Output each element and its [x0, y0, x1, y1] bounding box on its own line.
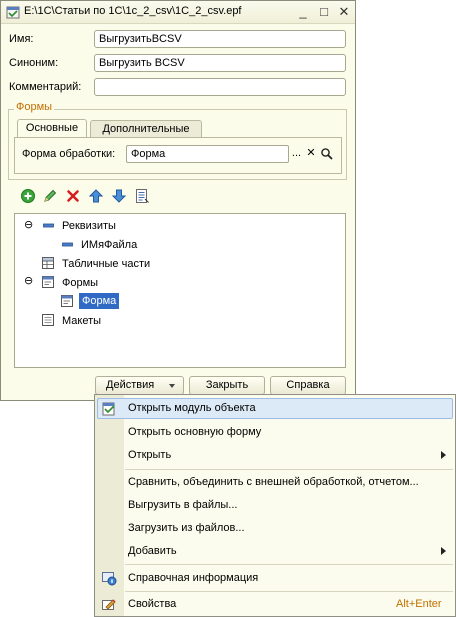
synonym-label: Синоним:: [9, 57, 59, 69]
tree-item-form-selected[interactable]: Форма: [79, 293, 120, 309]
comment-field[interactable]: [94, 78, 346, 96]
collapse-icon[interactable]: ⊖: [24, 220, 33, 231]
table-icon: [42, 257, 54, 269]
properties-shortcut: Alt+Enter: [396, 598, 442, 610]
move-down-icon[interactable]: [111, 188, 127, 204]
minimize-button[interactable]: _: [296, 5, 310, 19]
tree-item-templates[interactable]: Макеты: [62, 315, 101, 327]
title-bar[interactable]: E:\1C\Статьи по 1C\1c_2_csv\1C_2_csv.epf…: [1, 1, 355, 24]
menu-separator: [125, 564, 453, 565]
maximize-button[interactable]: □: [317, 5, 331, 19]
synonym-field[interactable]: Выгрузить BCSV: [94, 54, 346, 72]
list-icon[interactable]: [134, 188, 150, 204]
clear-icon[interactable]: ✕: [304, 145, 318, 163]
comment-label: Комментарий:: [9, 81, 82, 93]
actions-button-label: Действия: [106, 379, 155, 391]
tree-item-filename[interactable]: ИМяФайла: [81, 239, 137, 251]
name-label: Имя:: [9, 33, 34, 45]
close-button[interactable]: Закрыть: [189, 376, 265, 395]
processing-form-label: Форма обработки:: [22, 148, 116, 160]
menu-separator: [125, 469, 453, 470]
attribute-icon: [43, 223, 54, 228]
name-field[interactable]: ВыгрузитьBCSV: [94, 30, 346, 48]
chevron-down-icon: [169, 384, 175, 388]
tab-additional[interactable]: Дополнительные: [90, 120, 202, 137]
metadata-tree: ⊖ Реквизиты ИМяФайла Табличные части ⊖ Ф…: [14, 213, 346, 368]
edit-icon[interactable]: [42, 188, 58, 204]
data-processor-icon: [6, 6, 20, 19]
tree-item-tabular-sections[interactable]: Табличные части: [62, 258, 150, 270]
forms-icon: [42, 276, 54, 288]
menu-item-open[interactable]: Открыть: [128, 449, 171, 461]
add-icon[interactable]: [20, 188, 36, 204]
window-title: E:\1C\Статьи по 1C\1c_2_csv\1C_2_csv.epf: [24, 5, 242, 17]
menu-item-add[interactable]: Добавить: [128, 545, 177, 557]
menu-item-export-files[interactable]: Выгрузить в файлы...: [128, 499, 237, 511]
open-icon[interactable]: [320, 147, 334, 161]
actions-button[interactable]: Действия: [95, 376, 184, 395]
form-icon: [61, 295, 73, 307]
menu-item-open-module-label: Открыть модуль объекта: [128, 402, 256, 414]
select-button[interactable]: ...: [289, 145, 304, 163]
close-window-button[interactable]: ✕: [337, 5, 351, 19]
actions-context-menu: Открыть модуль объекта Открыть основную …: [94, 394, 456, 617]
submenu-arrow-icon: [441, 547, 446, 555]
tree-item-forms[interactable]: Формы: [62, 277, 98, 289]
attribute-icon: [62, 242, 73, 247]
menu-item-import-files[interactable]: Загрузить из файлов...: [128, 522, 245, 534]
submenu-arrow-icon: [441, 451, 446, 459]
tab-main[interactable]: Основные: [17, 119, 87, 138]
help-button[interactable]: Справка: [270, 376, 346, 395]
tree-item-requisites[interactable]: Реквизиты: [62, 220, 116, 232]
move-up-icon[interactable]: [88, 188, 104, 204]
menu-item-open-main-form[interactable]: Открыть основную форму: [128, 426, 261, 438]
properties-icon: [102, 599, 116, 610]
menu-item-reference-info[interactable]: Справочная информация: [128, 572, 258, 584]
templates-icon: [42, 314, 54, 326]
module-icon: [102, 402, 115, 416]
processing-form-field[interactable]: Форма: [126, 145, 289, 163]
menu-item-properties[interactable]: Свойства: [128, 598, 176, 610]
delete-icon[interactable]: [65, 188, 81, 204]
reference-info-icon: [102, 572, 117, 586]
forms-group-title: Формы: [14, 101, 55, 113]
menu-separator: [125, 591, 453, 592]
menu-item-compare-merge[interactable]: Сравнить, объединить с внешней обработко…: [128, 476, 419, 488]
collapse-icon[interactable]: ⊖: [24, 276, 33, 287]
